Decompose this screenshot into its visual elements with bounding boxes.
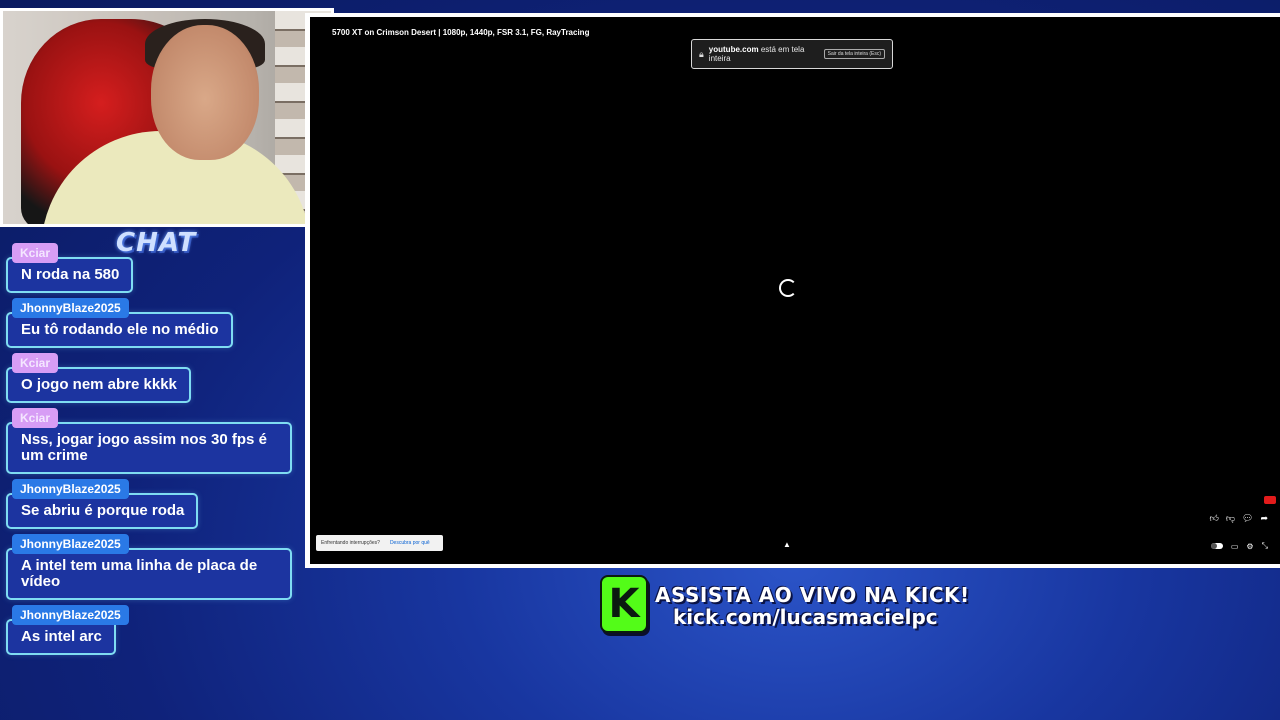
kick-promo: ASSISTA AO VIVO NA KICK! kick.com/lucasm… — [655, 584, 970, 628]
kick-logo-icon: K — [600, 575, 648, 633]
like-icon[interactable]: 👍︎ — [1209, 513, 1218, 524]
youtube-logo-icon — [1264, 496, 1276, 504]
loading-spinner-icon — [779, 279, 797, 297]
screen-capture-frame: 5700 XT on Crimson Desert | 1080p, 1440p… — [305, 13, 1280, 568]
chat-message: JhonnyBlaze2025 As intel arc — [6, 605, 296, 655]
subtitles-icon[interactable]: ▭ — [1231, 542, 1239, 551]
dislike-icon[interactable]: 👎︎ — [1226, 513, 1235, 524]
chat-username: JhonnyBlaze2025 — [12, 479, 129, 499]
player-controls: ▭ ⚙ ⤡ — [1210, 541, 1268, 551]
streamer-face — [151, 25, 259, 160]
chat-message: JhonnyBlaze2025 A intel tem uma linha de… — [6, 534, 296, 600]
kick-promo-headline: ASSISTA AO VIVO NA KICK! — [655, 583, 970, 607]
settings-gear-icon[interactable]: ⚙ — [1246, 542, 1253, 551]
chat-list: Kciar N roda na 580 JhonnyBlaze2025 Eu t… — [6, 243, 296, 660]
chat-username: Kciar — [12, 408, 59, 428]
chat-message: Kciar N roda na 580 — [6, 243, 296, 293]
chat-message: Kciar Nss, jogar jogo assim nos 30 fps é… — [6, 408, 296, 474]
interruption-question: Enfrentando interrupções? — [321, 540, 380, 546]
autoplay-toggle[interactable] — [1210, 543, 1223, 549]
exit-fullscreen-hint[interactable]: Sair da tela inteira (Esc) — [823, 49, 885, 59]
webcam-feed — [3, 11, 331, 224]
interruption-prompt: Enfrentando interrupções? Descubra por q… — [316, 535, 443, 551]
interruption-link[interactable]: Descubra por quê — [390, 540, 430, 546]
chat-username: Kciar — [12, 243, 59, 263]
video-actions: 👍︎ 👎︎ 💬︎ ➦ — [1209, 513, 1268, 524]
chat-username: JhonnyBlaze2025 — [12, 534, 129, 554]
video-title: 5700 XT on Crimson Desert | 1080p, 1440p… — [332, 28, 590, 37]
chat-message: JhonnyBlaze2025 Eu tô rodando ele no méd… — [6, 298, 296, 348]
fullscreen-notice: 🔒︎ youtube.com está em tela inteira Sair… — [691, 39, 893, 69]
chat-text: Nss, jogar jogo assim nos 30 fps é um cr… — [6, 422, 292, 474]
exit-fullscreen-icon[interactable]: ⤡ — [1262, 541, 1268, 551]
kick-promo-url: kick.com/lucasmacielpc — [673, 605, 938, 629]
chat-message: JhonnyBlaze2025 Se abriu é porque roda — [6, 479, 296, 529]
lock-icon: 🔒︎ — [699, 48, 704, 59]
chevron-up-icon[interactable]: ▲ — [783, 540, 791, 549]
video-player[interactable]: 5700 XT on Crimson Desert | 1080p, 1440p… — [310, 17, 1280, 564]
chat-message: Kciar O jogo nem abre kkkk — [6, 353, 296, 403]
chat-username: JhonnyBlaze2025 — [12, 298, 129, 318]
chat-text: A intel tem uma linha de placa de vídeo — [6, 548, 292, 600]
chat-username: Kciar — [12, 353, 59, 373]
webcam-frame — [0, 8, 334, 227]
fullscreen-domain: youtube.com — [708, 45, 759, 54]
share-icon[interactable]: ➦ — [1260, 513, 1268, 524]
comments-icon[interactable]: 💬︎ — [1242, 513, 1253, 524]
kick-logo-letter: K — [608, 581, 640, 627]
chat-username: JhonnyBlaze2025 — [12, 605, 129, 625]
